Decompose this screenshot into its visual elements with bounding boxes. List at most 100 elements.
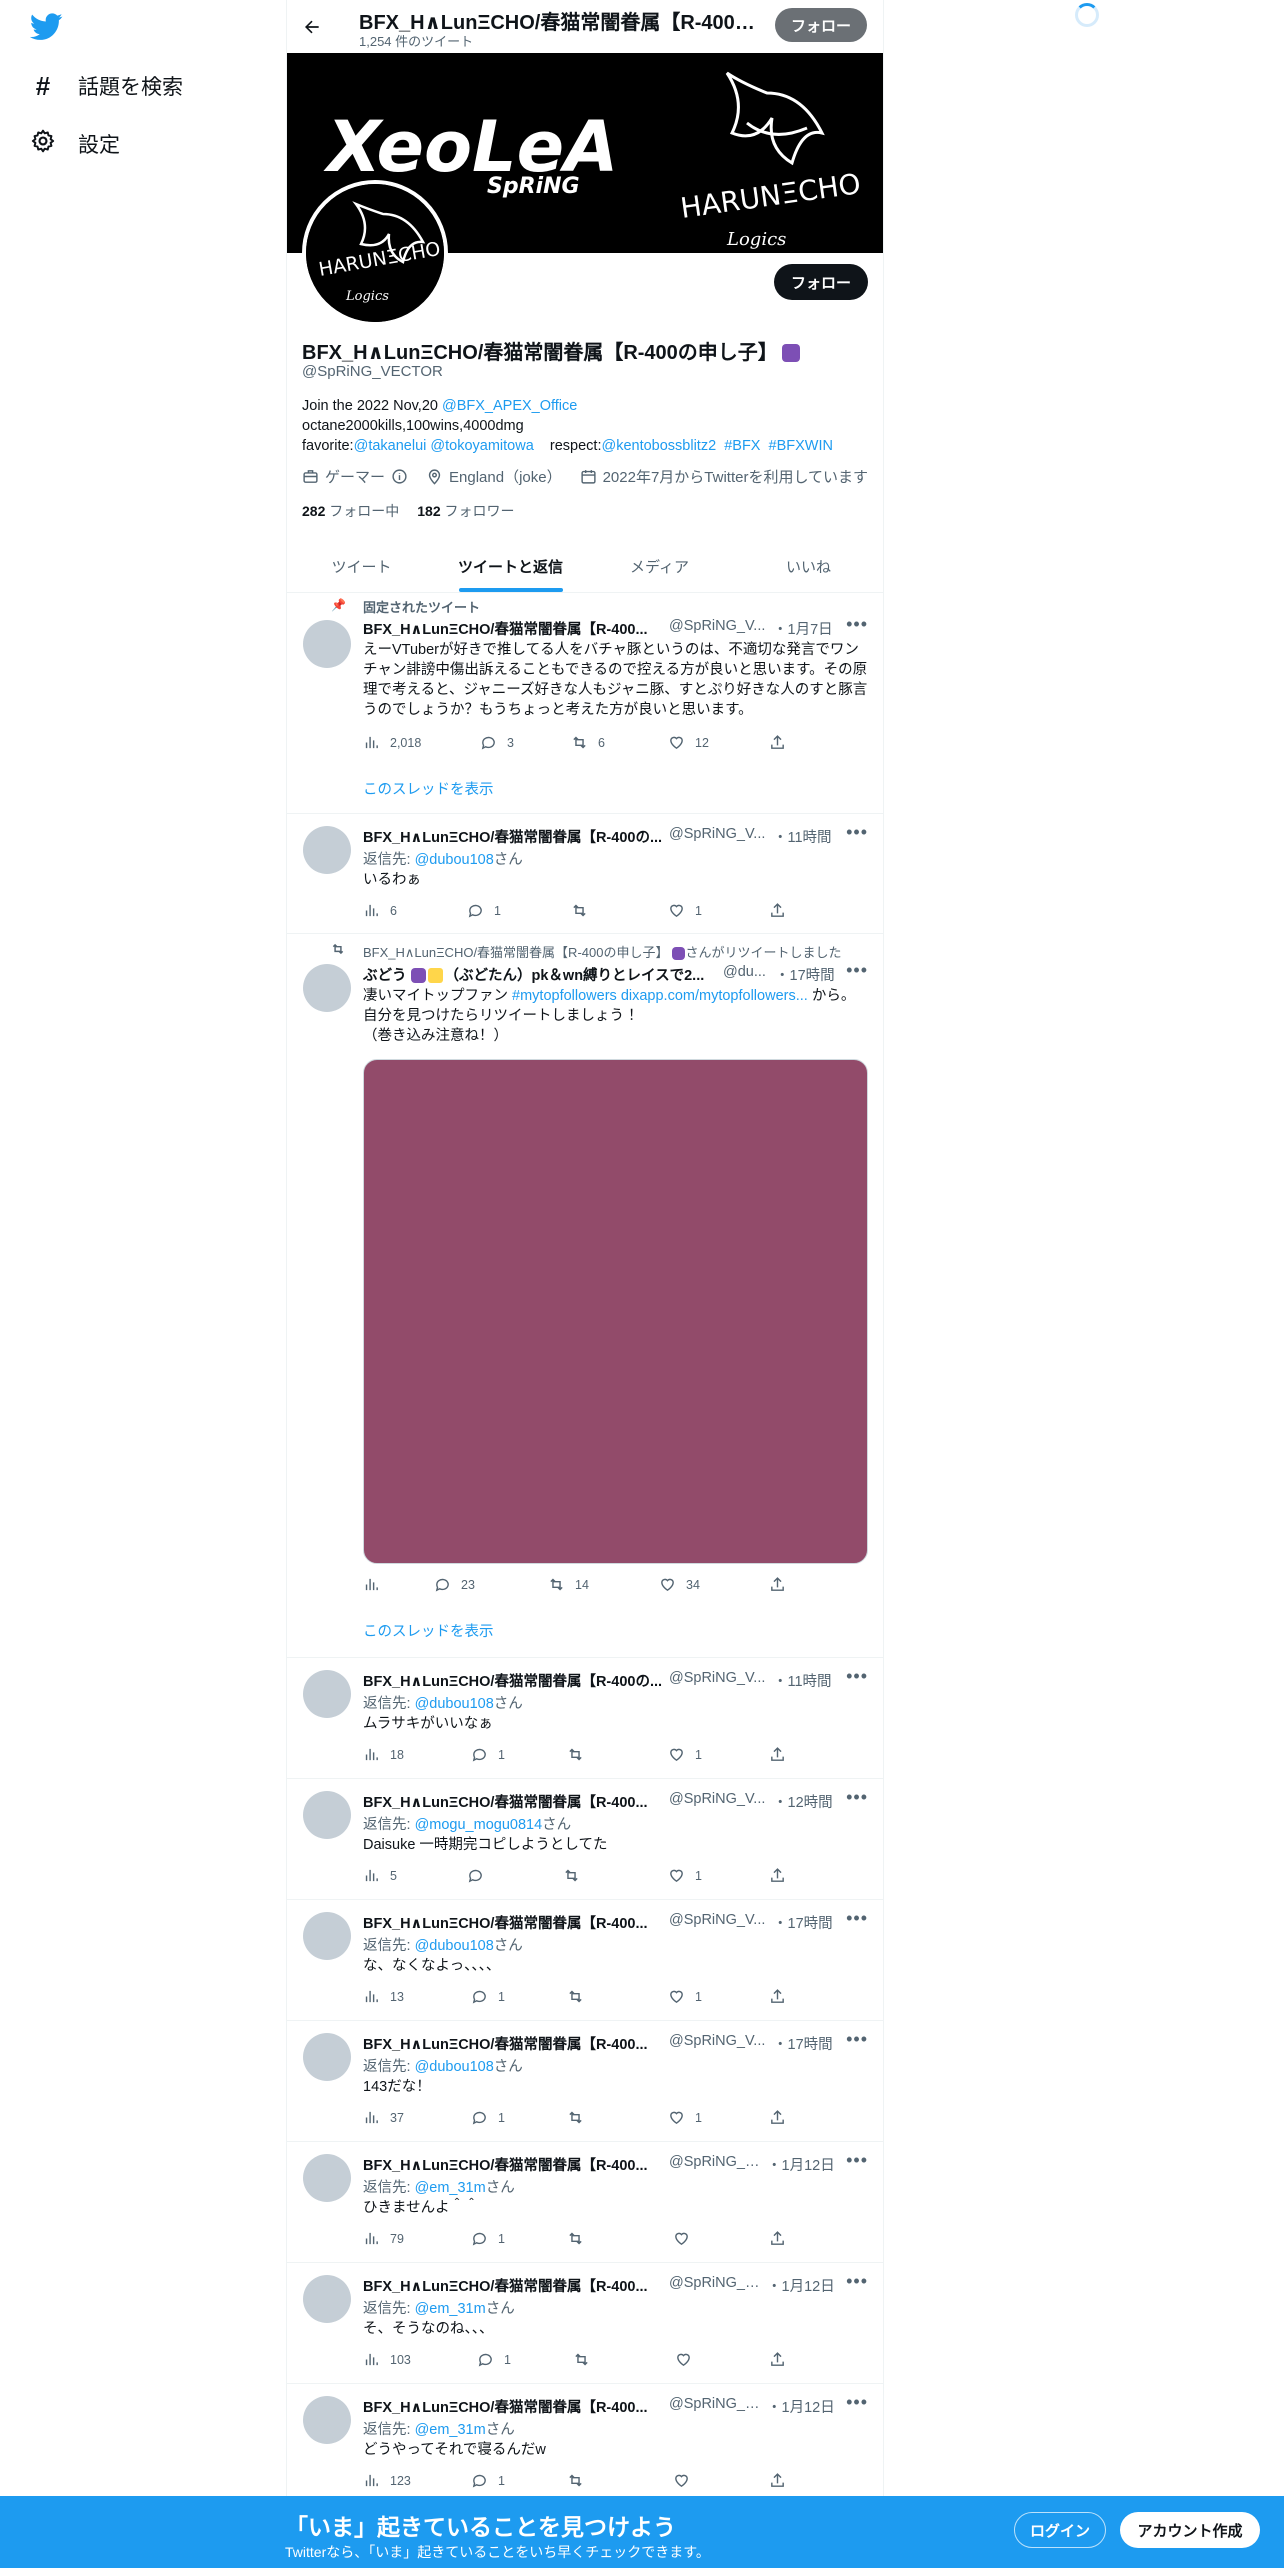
tweet-author-handle[interactable]: @SpRiNG_V...: [669, 2275, 765, 2291]
views-button[interactable]: 18: [363, 1746, 404, 1763]
like-button[interactable]: 1: [668, 1746, 702, 1763]
reply-button[interactable]: 3: [480, 734, 514, 751]
reply-to-link[interactable]: @dubou108: [415, 2059, 494, 2075]
tweet[interactable]: BFX_H∧LunΞCHO/春猫常闇眷属【R-400... @SpRiNG_V.…: [287, 2142, 883, 2263]
like-button[interactable]: 12: [668, 734, 709, 751]
bio-hashtag-link[interactable]: #BFX: [724, 438, 760, 454]
tweet-time[interactable]: ・1月7日: [773, 618, 833, 639]
share-button[interactable]: [769, 2109, 786, 2126]
retweet-button[interactable]: 14: [548, 1576, 589, 1593]
avatar[interactable]: [303, 964, 351, 1012]
tweet-time[interactable]: ・1月12日: [767, 2275, 835, 2296]
bio-hashtag-link[interactable]: #BFXWIN: [769, 438, 833, 454]
tweet-author-handle[interactable]: @du...: [723, 964, 766, 980]
tweet-pinned[interactable]: 📌 固定されたツイート BFX_H∧LunΞCHO/春猫常闇眷属【R-400..…: [287, 592, 883, 814]
reply-button[interactable]: 1: [471, 1746, 505, 1763]
reply-button[interactable]: [467, 1867, 494, 1884]
tweet-time[interactable]: ・1月12日: [767, 2154, 835, 2175]
reply-button[interactable]: 1: [471, 1988, 505, 2005]
login-button[interactable]: ログイン: [1014, 2512, 1106, 2548]
tweet-author-handle[interactable]: @SpRiNG_V...: [669, 826, 765, 842]
reply-to-link[interactable]: @em_31m: [415, 2422, 486, 2438]
reply-to-link[interactable]: @dubou108: [415, 1938, 494, 1954]
retweet-button[interactable]: [563, 1867, 590, 1884]
avatar[interactable]: [303, 2396, 351, 2444]
share-button[interactable]: [769, 902, 786, 919]
reply-button[interactable]: 1: [471, 2109, 505, 2126]
tab-tweets[interactable]: ツイート: [287, 540, 436, 592]
info-icon[interactable]: [391, 468, 408, 485]
tweet[interactable]: BFX_H∧LunΞCHO/春猫常闇眷属【R-400... @SpRiNG_V.…: [287, 1900, 883, 2021]
tweet-author-handle[interactable]: @SpRiNG_V...: [669, 1791, 765, 1807]
views-button[interactable]: 13: [363, 1988, 404, 2005]
tweet-time[interactable]: ・17時間: [775, 964, 835, 985]
tweet-author-handle[interactable]: @SpRiNG_V...: [669, 618, 765, 634]
tweet-author-name[interactable]: BFX_H∧LunΞCHO/春猫常闇眷属【R-400...: [363, 2275, 648, 2296]
reply-button[interactable]: 1: [467, 902, 501, 919]
tweet-time[interactable]: ・11時間: [773, 1670, 832, 1691]
share-button[interactable]: [769, 1746, 786, 1763]
views-button[interactable]: [363, 1576, 390, 1593]
like-button[interactable]: [673, 2472, 700, 2489]
like-button[interactable]: 1: [668, 1988, 702, 2005]
more-options-icon[interactable]: •••: [846, 822, 868, 843]
nav-settings[interactable]: 設定: [28, 124, 120, 164]
share-button[interactable]: [769, 2230, 786, 2247]
bio-mention-link[interactable]: @tokoyamitowa: [430, 438, 533, 454]
tweet-author-name[interactable]: BFX_H∧LunΞCHO/春猫常闇眷属【R-400...: [363, 2154, 648, 2175]
bio-mention-link[interactable]: @kentobossblitz2: [601, 438, 716, 454]
more-options-icon[interactable]: •••: [846, 1787, 868, 1808]
followers-count-link[interactable]: 182 フォロワー: [417, 501, 514, 521]
avatar[interactable]: [303, 620, 351, 668]
views-button[interactable]: 5: [363, 1867, 397, 1884]
following-count-link[interactable]: 282 フォロー中: [302, 501, 399, 521]
tweet-time[interactable]: ・17時間: [773, 2033, 833, 2054]
tweet[interactable]: BFX_H∧LunΞCHO/春猫常闇眷属【R-400... @SpRiNG_V.…: [287, 2384, 883, 2505]
reply-button[interactable]: 23: [434, 1576, 475, 1593]
signup-button[interactable]: アカウント作成: [1120, 2512, 1260, 2548]
tweet-author-name[interactable]: BFX_H∧LunΞCHO/春猫常闇眷属【R-400の...: [363, 826, 662, 847]
reply-button[interactable]: 1: [471, 2230, 505, 2247]
tweet[interactable]: BFX_H∧LunΞCHO/春猫常闇眷属【R-400... @SpRiNG_V.…: [287, 2021, 883, 2142]
views-button[interactable]: 103: [363, 2351, 411, 2368]
share-button[interactable]: [769, 2351, 786, 2368]
tweet-retweeted[interactable]: BFX_H∧LunΞCHO/春猫常闇眷属【R-400の申し子】さんがリツイートし…: [287, 934, 883, 1658]
tweet-author-handle[interactable]: @SpRiNG_V...: [669, 2154, 765, 2170]
views-button[interactable]: 123: [363, 2472, 411, 2489]
tweet[interactable]: BFX_H∧LunΞCHO/春猫常闇眷属【R-400... @SpRiNG_V.…: [287, 2263, 883, 2384]
retweet-button[interactable]: [567, 2109, 594, 2126]
share-button[interactable]: [769, 734, 786, 751]
avatar[interactable]: [303, 1791, 351, 1839]
bio-mention-link[interactable]: @takanelui: [354, 438, 427, 454]
tab-tweets-and-replies[interactable]: ツイートと返信: [436, 540, 585, 592]
tweet-author-name[interactable]: BFX_H∧LunΞCHO/春猫常闇眷属【R-400...: [363, 618, 648, 639]
views-button[interactable]: 6: [363, 902, 397, 919]
share-button[interactable]: [769, 1867, 786, 1884]
tweet-author-name[interactable]: BFX_H∧LunΞCHO/春猫常闇眷属【R-400の...: [363, 1670, 662, 1691]
reply-button[interactable]: 1: [471, 2472, 505, 2489]
retweet-button[interactable]: [567, 1988, 594, 2005]
like-button[interactable]: [675, 2351, 702, 2368]
tweet-author-handle[interactable]: @SpRiNG_V...: [669, 2396, 765, 2412]
avatar[interactable]: [303, 2154, 351, 2202]
show-thread-link[interactable]: このスレッドを表示: [363, 1620, 494, 1641]
avatar[interactable]: [303, 2033, 351, 2081]
more-options-icon[interactable]: •••: [846, 1908, 868, 1929]
reply-to-link[interactable]: @dubou108: [415, 852, 494, 868]
retweet-button[interactable]: [567, 1746, 594, 1763]
tweet-author-handle[interactable]: @SpRiNG_V...: [669, 1912, 765, 1928]
profile-avatar[interactable]: HARUNΞCHO Logics: [302, 180, 448, 326]
like-button[interactable]: 1: [668, 2109, 702, 2126]
retweeted-by[interactable]: BFX_H∧LunΞCHO/春猫常闇眷属【R-400の申し子】さんがリツイートし…: [363, 942, 841, 961]
more-options-icon[interactable]: •••: [846, 2150, 868, 2171]
hashtag-link[interactable]: #mytopfollowers: [512, 988, 617, 1004]
avatar[interactable]: [303, 1670, 351, 1718]
bio-mention-link[interactable]: @BFX_APEX_Office: [442, 398, 577, 414]
like-button[interactable]: 1: [668, 902, 702, 919]
retweet-button[interactable]: [567, 2230, 594, 2247]
share-button[interactable]: [769, 2472, 786, 2489]
twitter-logo-icon[interactable]: [30, 13, 63, 41]
retweet-button[interactable]: [571, 902, 598, 919]
reply-to-link[interactable]: @em_31m: [415, 2301, 486, 2317]
tweet[interactable]: BFX_H∧LunΞCHO/春猫常闇眷属【R-400... @SpRiNG_V.…: [287, 1779, 883, 1900]
